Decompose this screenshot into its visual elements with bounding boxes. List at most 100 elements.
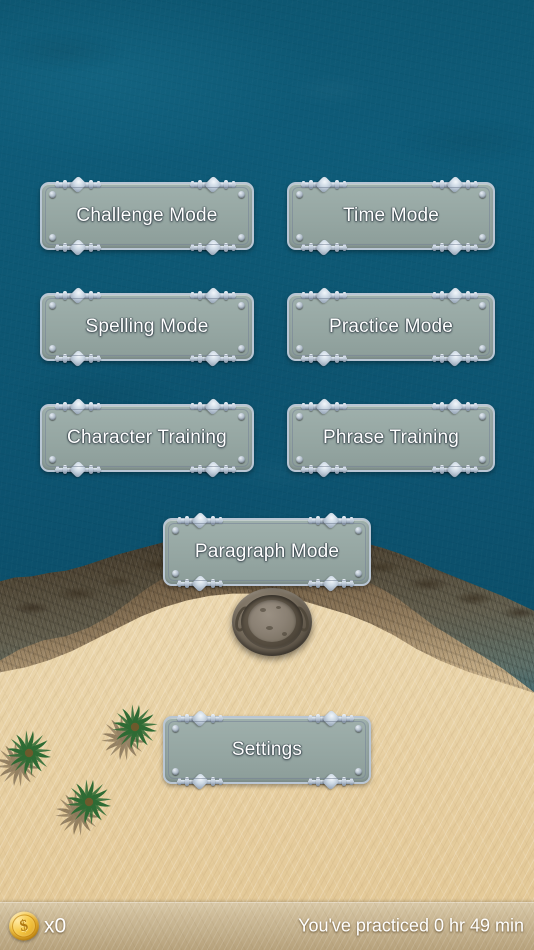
button-rivet — [172, 527, 179, 534]
clasp-cap — [343, 292, 346, 299]
clasp-cap — [178, 517, 181, 524]
clasp-cap — [433, 355, 436, 362]
clasp-cap — [433, 403, 436, 410]
clasp-bar — [301, 468, 347, 472]
clasp-cap — [350, 715, 353, 722]
clasp-cap — [309, 580, 312, 587]
button-rivet — [172, 570, 179, 577]
clasp-stud — [198, 180, 202, 189]
button-rivet — [296, 413, 303, 420]
clasp-cap — [191, 355, 194, 362]
gold-coin-icon: $ — [6, 908, 42, 944]
well-speck — [266, 626, 273, 630]
clasp-stud — [316, 714, 320, 723]
clasp-bar — [55, 246, 101, 250]
button-label: Phrase Training — [322, 427, 460, 448]
clasp-stud — [440, 180, 444, 189]
button-rivet — [238, 345, 245, 352]
button-rivet — [49, 345, 56, 352]
clasp-cap — [219, 715, 222, 722]
button-rivet — [355, 527, 362, 534]
spelling-mode-button[interactable]: Spelling Mode — [40, 286, 254, 368]
game-main-menu-screen: Challenge Mode Time Mode Spelling Mode Prac… — [0, 0, 534, 950]
clasp-cap — [219, 778, 222, 785]
settings-button[interactable]: Settings — [163, 709, 371, 791]
button-rivet — [296, 302, 303, 309]
clasp-bar — [190, 468, 236, 472]
character-training-button[interactable]: Character Training — [40, 397, 254, 479]
phrase-training-button[interactable]: Phrase Training — [287, 397, 495, 479]
clasp-bar — [190, 246, 236, 250]
well-speck — [276, 606, 281, 609]
clasp-bar — [432, 405, 478, 409]
clasp-stud — [211, 714, 215, 723]
button-rivet — [479, 302, 486, 309]
clasp-bar — [55, 183, 101, 187]
well-inner-disc — [248, 600, 296, 642]
clasp-cap — [56, 466, 59, 473]
clasp-cap — [191, 181, 194, 188]
button-rivet — [355, 725, 362, 732]
clasp-cap — [343, 355, 346, 362]
button-rivet — [355, 570, 362, 577]
palm-tree-fronds — [108, 700, 162, 759]
clasp-cap — [97, 466, 100, 473]
button-rivet — [479, 456, 486, 463]
clasp-stud — [211, 516, 215, 525]
clasp-stud — [466, 180, 470, 189]
clasp-stud — [466, 402, 470, 411]
paragraph-mode-button[interactable]: Paragraph Mode — [163, 511, 371, 593]
clasp-cap — [309, 517, 312, 524]
clasp-stud — [185, 516, 189, 525]
clasp-stud — [335, 180, 339, 189]
practice-mode-button[interactable]: Practice Mode — [287, 286, 495, 368]
clasp-cap — [343, 181, 346, 188]
time-mode-button[interactable]: Time Mode — [287, 175, 495, 257]
well-speck — [282, 632, 287, 636]
clasp-cap — [56, 244, 59, 251]
button-rivet — [238, 191, 245, 198]
clasp-cap — [56, 292, 59, 299]
clasp-cap — [474, 355, 477, 362]
clasp-stud — [224, 180, 228, 189]
clasp-stud — [309, 291, 313, 300]
clasp-stud — [198, 402, 202, 411]
clasp-stud — [335, 402, 339, 411]
challenge-mode-button[interactable]: Challenge Mode — [40, 175, 254, 257]
clasp-cap — [191, 466, 194, 473]
clasp-cap — [56, 403, 59, 410]
clasp-cap — [97, 403, 100, 410]
clasp-stud — [342, 714, 346, 723]
clasp-cap — [97, 244, 100, 251]
clasp-cap — [302, 466, 305, 473]
clasp-stud — [89, 291, 93, 300]
status-bar: $ x0 You've practiced 0 hr 49 min — [0, 902, 534, 950]
clasp-cap — [343, 466, 346, 473]
clasp-cap — [178, 778, 181, 785]
clasp-bar — [432, 183, 478, 187]
clasp-stud — [466, 291, 470, 300]
button-rivet — [479, 413, 486, 420]
clasp-bar — [301, 246, 347, 250]
button-rivet — [296, 345, 303, 352]
button-label: Spelling Mode — [85, 316, 209, 337]
button-rivet — [479, 234, 486, 241]
clasp-stud — [342, 516, 346, 525]
clasp-cap — [433, 292, 436, 299]
button-rivet — [49, 302, 56, 309]
clasp-cap — [474, 292, 477, 299]
clasp-cap — [350, 580, 353, 587]
clasp-cap — [302, 355, 305, 362]
palm-tree-fronds — [62, 775, 116, 834]
clasp-bar — [190, 294, 236, 298]
clasp-bar — [308, 780, 354, 784]
button-rivet — [238, 413, 245, 420]
clasp-bar — [301, 357, 347, 361]
palm-tree — [0, 726, 56, 787]
clasp-cap — [309, 715, 312, 722]
clasp-cap — [232, 244, 235, 251]
coin-counter[interactable]: $ x0 — [6, 908, 66, 944]
clasp-cap — [178, 580, 181, 587]
clasp-cap — [433, 244, 436, 251]
clasp-cap — [302, 244, 305, 251]
